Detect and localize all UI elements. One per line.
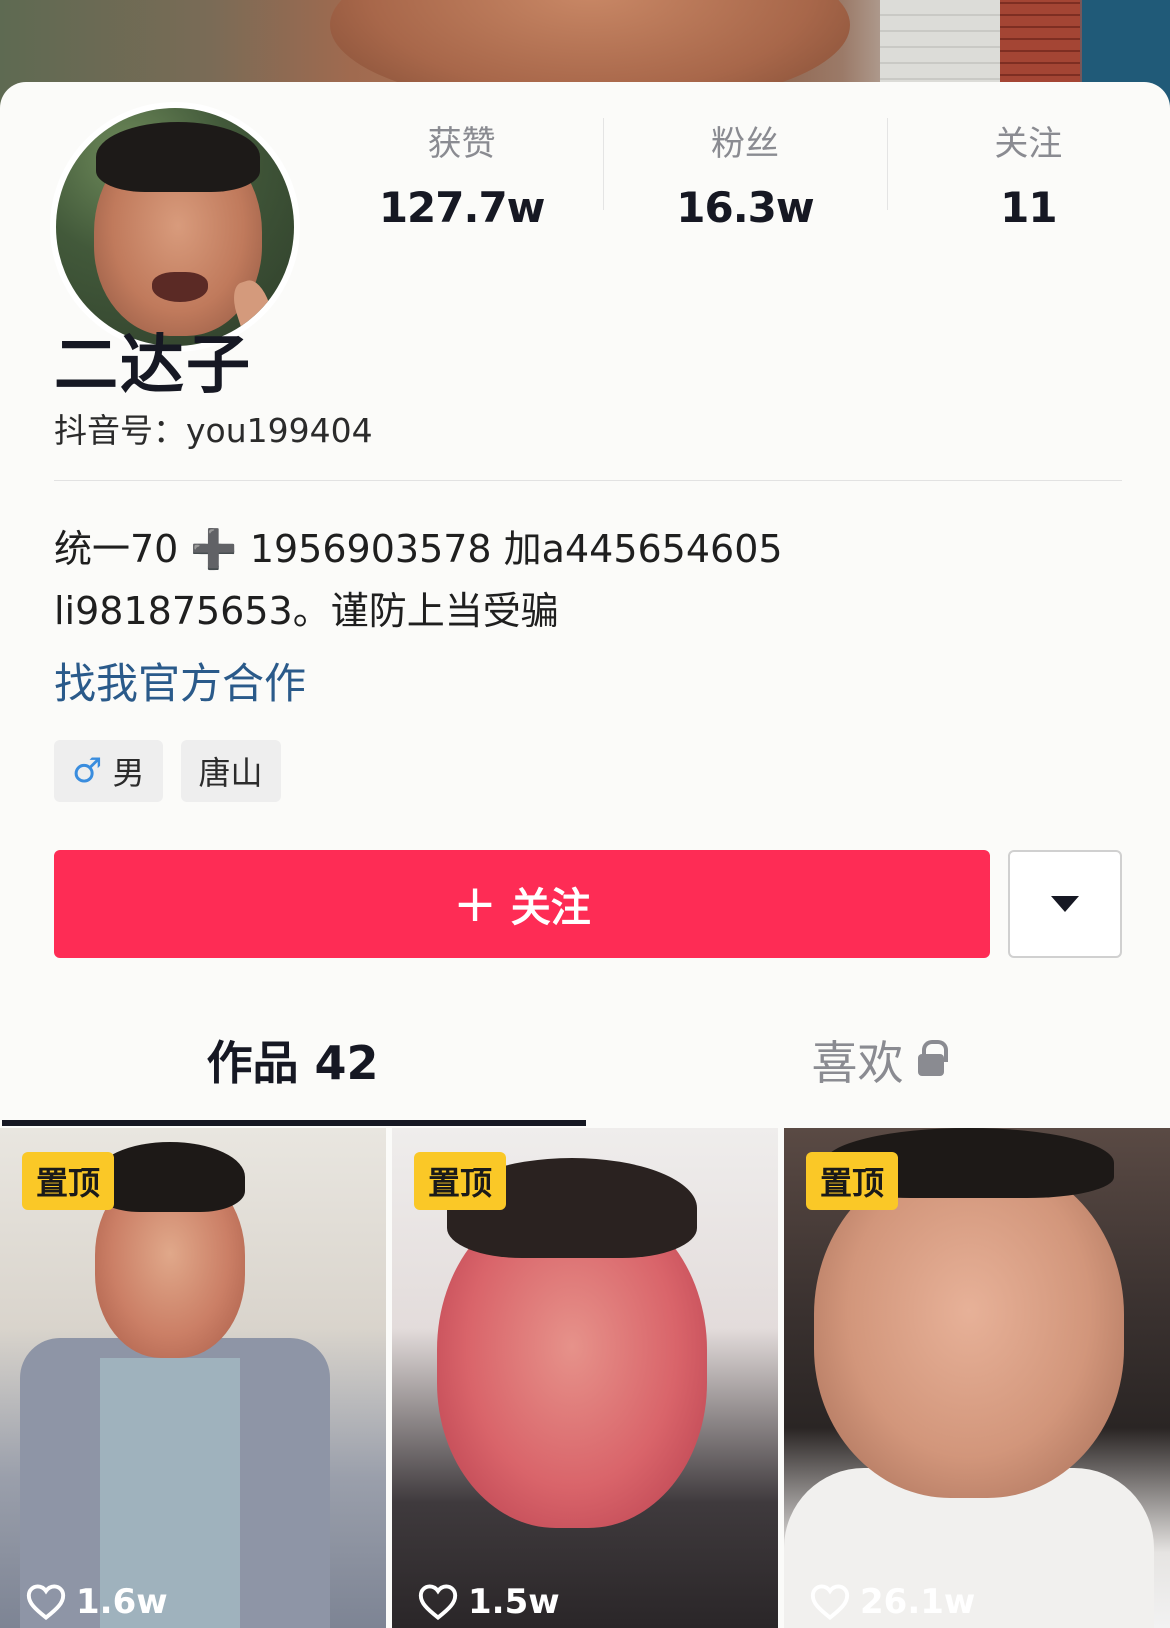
stat-following-value: 11 — [1000, 183, 1057, 232]
video-likes-count: 1.5w — [468, 1582, 560, 1622]
pinned-badge: 置顶 — [806, 1152, 899, 1210]
profile-douyin-id[interactable]: 抖音号：you199404 — [54, 404, 373, 452]
video-grid: 置顶 1.6w 置顶 1.5w 置顶 26.1w — [0, 1128, 1170, 1628]
active-tab-indicator — [2, 1120, 586, 1126]
pinned-badge: 置顶 — [414, 1152, 507, 1210]
heart-icon — [418, 1584, 458, 1621]
location-tag: 唐山 — [180, 740, 281, 802]
caret-down-icon — [1051, 896, 1079, 912]
tab-likes[interactable]: 喜欢 — [585, 1012, 1170, 1108]
stat-followers[interactable]: 粉丝 16.3w — [603, 114, 886, 232]
stat-following[interactable]: 关注 11 — [886, 114, 1170, 232]
profile-sheet: 获赞 127.7w 粉丝 16.3w 关注 11 二达子 抖音号：you1994… — [0, 82, 1170, 1628]
video-likes-count: 26.1w — [860, 1582, 976, 1622]
profile-stats: 获赞 127.7w 粉丝 16.3w 关注 11 — [320, 114, 1170, 232]
video-likes-count: 1.6w — [76, 1582, 168, 1622]
lock-icon — [917, 1040, 948, 1076]
follow-button[interactable]: + 关注 — [54, 850, 990, 958]
content-tabs: 作品 42 喜欢 — [0, 1012, 1170, 1108]
bio-line-1: 统一70 ➕ 1956903578 加a445654605 — [54, 527, 783, 571]
location-label: 唐山 — [198, 754, 263, 792]
heart-icon — [810, 1584, 850, 1621]
stat-followers-label: 粉丝 — [710, 124, 779, 164]
avatar-image — [56, 108, 294, 346]
video-likes: 1.5w — [418, 1582, 560, 1622]
male-icon: ♂ — [72, 751, 103, 791]
gender-label: 男 — [112, 754, 145, 792]
gender-tag: ♂ 男 — [54, 740, 163, 802]
video-thumbnail[interactable]: 置顶 26.1w — [784, 1128, 1170, 1628]
stat-likes-label: 获赞 — [427, 124, 496, 164]
video-likes: 1.6w — [26, 1582, 168, 1622]
avatar-hair — [96, 122, 260, 192]
video-thumbnail[interactable]: 置顶 1.6w — [0, 1128, 386, 1628]
tab-likes-label: 喜欢 — [811, 1036, 904, 1090]
plus-icon: + — [453, 874, 497, 934]
heart-icon — [26, 1584, 66, 1621]
divider — [54, 480, 1122, 481]
pinned-badge: 置顶 — [22, 1152, 115, 1210]
official-cooperation-link[interactable]: 找我官方合作 — [54, 650, 306, 711]
profile-bio: 统一70 ➕ 1956903578 加a445654605 li98187565… — [54, 518, 1114, 642]
video-likes: 26.1w — [810, 1582, 975, 1622]
avatar-mouth — [152, 272, 208, 302]
stat-followers-value: 16.3w — [676, 183, 814, 232]
follow-button-label: 关注 — [510, 885, 591, 931]
more-options-button[interactable] — [1008, 850, 1122, 958]
stat-likes[interactable]: 获赞 127.7w — [320, 114, 603, 232]
video-thumbnail[interactable]: 置顶 1.5w — [392, 1128, 778, 1628]
profile-tags: ♂ 男 唐山 — [54, 740, 281, 802]
stat-following-label: 关注 — [994, 124, 1063, 164]
stat-likes-value: 127.7w — [378, 183, 546, 232]
tab-works-label: 作品 42 — [206, 1036, 379, 1090]
profile-nickname: 二达子 — [54, 329, 252, 403]
video-subject-hair — [95, 1142, 245, 1212]
bio-line-2: li981875653。谨防上当受骗 — [54, 589, 559, 633]
tab-works[interactable]: 作品 42 — [0, 1012, 585, 1108]
